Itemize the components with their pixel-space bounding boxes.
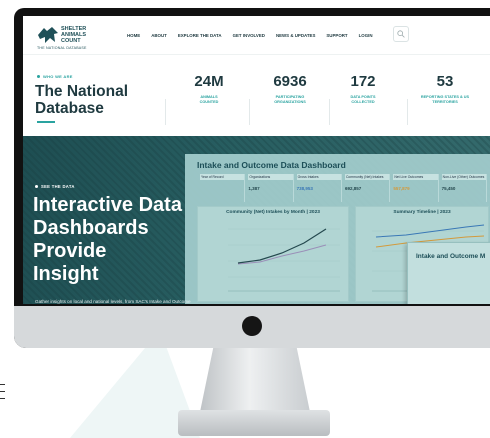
intro-kicker-text: WHO WE ARE — [43, 74, 73, 79]
main-nav: HOME ABOUT EXPLORE THE DATA GET INVOLVED… — [127, 33, 373, 38]
hero-kicker: SEE THE DATA — [35, 184, 75, 189]
kpi-header: Non-Live (Other) Outcomes — [441, 174, 486, 180]
kpi-value: 75,450 — [441, 186, 456, 191]
page-title-line-1: The National — [35, 83, 129, 100]
monitor-base — [178, 410, 330, 436]
stats-band: WHO WE ARE The National Database 24M ANI… — [23, 54, 490, 137]
nav-login[interactable]: LOGIN — [359, 33, 373, 38]
stat-label: REPORTING STATES & US TERRITORIES — [405, 95, 485, 105]
logo-wordmark: SHELTER ANIMALS COUNT — [61, 26, 86, 44]
stat-value: 172 — [350, 73, 376, 90]
kpi-value: 1,387 — [248, 186, 260, 191]
stat-label: DATA POINTS COLLECTED — [323, 95, 403, 105]
kpi-gross-intakes: Gross Intakes 738,953 — [294, 174, 342, 202]
nav-about[interactable]: ABOUT — [151, 33, 167, 38]
kpi-header: Net Live Outcomes — [393, 174, 438, 180]
nav-home[interactable]: HOME — [127, 33, 140, 38]
nav-get-involved[interactable]: GET INVOLVED — [233, 33, 265, 38]
nav-support[interactable]: SUPPORT — [326, 33, 347, 38]
hero-title-line: Provide — [33, 240, 107, 262]
card-title: Intake and Outcome M — [416, 253, 486, 260]
hero-title: Interactive Data Dashboards Provide Insi… — [33, 194, 273, 286]
kpi-value: 692,857 — [344, 186, 362, 191]
stat-label-line: COLLECTED — [351, 100, 375, 104]
hero-subtitle: Gather insights on local and national le… — [35, 299, 191, 304]
monitor-stand — [200, 348, 310, 412]
kpi-other-outcomes: Non-Live (Other) Outcomes 75,450 — [439, 174, 487, 202]
kpi-live-outcomes: Net Live Outcomes 557,879 — [390, 174, 439, 202]
page-title: The National Database — [35, 83, 128, 117]
stat-data-points: 172 DATA POINTS COLLECTED — [323, 73, 403, 105]
stat-value: 53 — [436, 73, 454, 90]
background-marks — [0, 384, 6, 406]
kpi-header: Community (Net) Intakes — [344, 174, 390, 180]
stat-label-line: COUNTED — [199, 100, 219, 104]
hero-title-line: Insight — [33, 263, 99, 285]
nav-news-updates[interactable]: NEWS & UPDATES — [276, 33, 315, 38]
intake-outcome-card[interactable]: Intake and Outcome M — [407, 242, 490, 304]
stat-label: PARTICIPATING ORGANIZATIONS — [250, 95, 330, 105]
hero-title-line: Interactive Data — [33, 194, 182, 216]
stat-label: ANIMALS COUNTED — [169, 95, 249, 105]
logo-tagline: THE NATIONAL DATABASE — [37, 46, 87, 50]
page-title-line-2: Database — [35, 100, 104, 117]
stat-territories: 53 REPORTING STATES & US TERRITORIES — [405, 73, 485, 105]
stat-value: 6936 — [273, 73, 307, 90]
stat-value: 24M — [194, 73, 224, 90]
intro-kicker: WHO WE ARE — [37, 74, 73, 79]
monitor-screen: SHELTER ANIMALS COUNT THE NATIONAL DATAB… — [23, 16, 490, 304]
panel-title: Summary Timeline | 2023 — [393, 210, 451, 215]
kpi-value: 738,953 — [296, 186, 313, 191]
stat-organizations: 6936 PARTICIPATING ORGANIZATIONS — [250, 73, 330, 105]
hero-title-line: Dashboards — [33, 217, 149, 239]
nav-explore-the-data[interactable]: EXPLORE THE DATA — [178, 33, 222, 38]
stat-label-line: ORGANIZATIONS — [274, 100, 306, 104]
stat-divider — [165, 99, 166, 125]
stat-animals: 24M ANIMALS COUNTED — [169, 73, 249, 105]
kpi-value: 557,879 — [393, 186, 410, 191]
title-underline — [37, 121, 55, 123]
kpi-header: Gross Intakes — [296, 174, 341, 180]
camera-icon — [242, 316, 262, 336]
logo-icon[interactable] — [37, 26, 59, 44]
search-button[interactable] — [393, 26, 409, 42]
site-header: SHELTER ANIMALS COUNT THE NATIONAL DATAB… — [23, 16, 490, 54]
kpi-net-intakes: Community (Net) Intakes 692,857 — [342, 174, 391, 202]
stat-label-line: TERRITORIES — [432, 100, 458, 104]
logo-line-3: COUNT — [61, 38, 81, 44]
search-icon — [397, 30, 405, 38]
dashboard-title: Intake and Outcome Data Dashboard — [197, 160, 346, 170]
monitor-frame: SHELTER ANIMALS COUNT THE NATIONAL DATAB… — [14, 8, 490, 348]
kpi-header: Organizations — [248, 174, 293, 180]
hero-kicker-text: SEE THE DATA — [41, 184, 75, 189]
monitor-chin — [14, 306, 490, 348]
kpi-header: Year of Record — [200, 174, 245, 180]
